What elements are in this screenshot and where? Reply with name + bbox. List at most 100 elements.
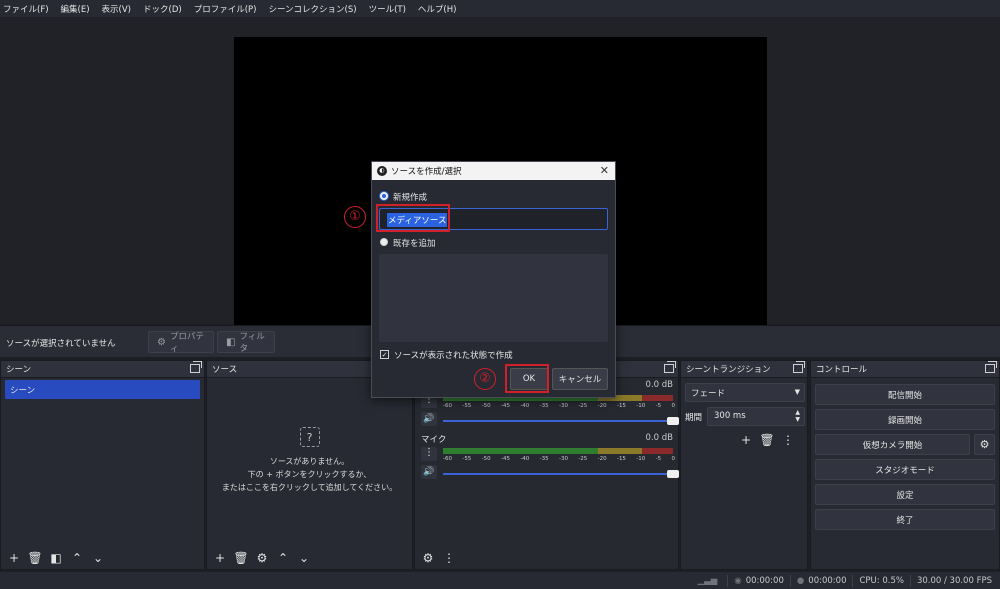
volume-slider-handle[interactable] (667, 470, 679, 478)
transition-selected: フェード (691, 388, 726, 399)
more-icon[interactable]: ⋮ (440, 549, 458, 567)
filters-button[interactable]: ◧ フィルタ (217, 331, 275, 354)
add-existing-label: 既存を追加 (393, 239, 436, 249)
chevron-down-icon[interactable]: ⌄ (295, 549, 313, 567)
create-new-radio[interactable] (380, 192, 388, 200)
fps-readout: 30.00 / 30.00 FPS (916, 575, 992, 586)
create-new-label: 新規作成 (393, 193, 428, 203)
annotation-box-2 (505, 364, 549, 393)
menu-tools[interactable]: ツール(T) (369, 3, 406, 15)
channel-db: 0.0 dB (645, 380, 673, 390)
filter-icon: ◧ (226, 336, 236, 348)
controls-title: コントロール (816, 365, 868, 375)
record-icon: ● (796, 575, 805, 586)
volume-meter (443, 448, 673, 454)
scene-transitions-dock: シーントランジション フェード ▼ 期間 300 ms ▲ ▼ + 🗑 ⋮ (680, 360, 808, 570)
gear-icon[interactable]: ⚙ (419, 549, 437, 567)
start-streaming-button[interactable]: 配信開始 (815, 384, 995, 405)
menu-docks[interactable]: ドック(D) (143, 3, 182, 15)
close-icon[interactable]: ✕ (600, 164, 609, 177)
existing-sources-list[interactable] (379, 254, 608, 342)
sources-empty-line1: ソースがありません。 (269, 457, 350, 466)
undock-icon[interactable] (985, 361, 997, 373)
more-icon[interactable]: ⋮ (779, 431, 797, 449)
menu-file[interactable]: ファイル(F) (3, 3, 49, 15)
properties-label: プロパティ (169, 332, 204, 354)
scenes-toolbar: + 🗑 ◧ ⌃ ⌄ (1, 547, 204, 569)
undock-icon[interactable] (793, 361, 805, 373)
duration-spinbox[interactable]: 300 ms ▲ ▼ (707, 407, 805, 426)
meter-ticks: -60 -55 -50 -45 -40 -35 -30 -25 -20 -15 -10 -5 0 (443, 456, 675, 462)
make-visible-checkbox[interactable]: ✓ (380, 350, 389, 359)
filters-label: フィルタ (239, 332, 265, 354)
more-icon[interactable]: ⋮ (421, 447, 437, 461)
undock-icon[interactable] (190, 361, 202, 373)
settings-button[interactable]: 設定 (815, 484, 995, 505)
annotation-number-1: ① (344, 206, 366, 228)
scene-list-item[interactable]: シーン (5, 380, 200, 399)
transitions-title: シーントランジション (686, 365, 771, 375)
gear-icon[interactable]: ⚙ (253, 549, 271, 567)
chevron-up-icon[interactable]: ⌃ (274, 549, 292, 567)
record-time: 00:00:00 (808, 575, 847, 586)
start-recording-button[interactable]: 録画開始 (815, 409, 995, 430)
sources-empty-line3: またはここを右クリックして追加してください。 (221, 483, 398, 492)
menu-view[interactable]: 表示(V) (102, 3, 131, 15)
dialog-title: ソースを作成/選択 (391, 167, 462, 177)
obs-logo-icon: ◐ (377, 166, 387, 176)
cpu-usage: CPU: 0.5% (859, 575, 904, 586)
annotation-box-1 (376, 204, 450, 232)
trash-icon[interactable]: 🗑 (26, 549, 44, 567)
mixer-toolbar: ⚙ ⋮ (415, 547, 678, 569)
duration-value: 300 ms (714, 411, 746, 421)
cancel-button[interactable]: キャンセル (552, 368, 608, 390)
annotation-number-2: ② (474, 368, 496, 390)
add-icon[interactable]: + (211, 549, 229, 567)
menu-help[interactable]: ヘルプ(H) (418, 3, 457, 15)
chevron-down-icon: ▼ (794, 388, 800, 396)
dialog-titlebar: ◐ ソースを作成/選択 ✕ (372, 162, 615, 180)
undock-icon[interactable] (664, 361, 676, 373)
channel-db: 0.0 dB (645, 433, 673, 443)
speaker-icon[interactable]: 🔊 (421, 412, 437, 426)
filter-icon[interactable]: ◧ (47, 549, 65, 567)
chevron-up-icon[interactable]: ⌃ (68, 549, 86, 567)
signal-icon: ▁▃▅ (697, 575, 718, 586)
properties-button[interactable]: ⚙ プロパティ (148, 331, 214, 354)
sources-empty-state[interactable]: ? ソースがありません。 下の + ボタンをクリックするか、 またはここを右クリ… (207, 427, 412, 494)
spin-arrows-icon[interactable]: ▲ ▼ (795, 409, 800, 423)
stream-icon: ◉ (734, 575, 742, 586)
gear-icon[interactable]: ⚙ (974, 434, 995, 455)
transitions-dock-title: シーントランジション (681, 361, 807, 378)
question-icon: ? (299, 427, 320, 447)
studio-mode-button[interactable]: スタジオモード (815, 459, 995, 480)
menu-scene-collection[interactable]: シーンコレクション(S) (268, 3, 356, 15)
mixer-channel-mic: マイク 0.0 dB ⋮ -60 -55 -50 -45 -40 -35 -30 -25 -20… (417, 433, 679, 483)
start-virtual-camera-button[interactable]: 仮想カメラ開始 (815, 434, 970, 455)
make-visible-label: ソースが表示された状態で作成 (394, 351, 513, 361)
add-icon[interactable]: + (5, 549, 23, 567)
channel-name: マイク (421, 435, 447, 445)
sources-empty-line2: 下の + ボタンをクリックするか、 (247, 470, 372, 479)
add-existing-radio[interactable] (380, 238, 388, 246)
exit-button[interactable]: 終了 (815, 509, 995, 530)
menu-bar: ファイル(F) 編集(E) 表示(V) ドック(D) プロファイル(P) シーン… (0, 0, 1000, 17)
controls-dock: コントロール 配信開始 録画開始 仮想カメラ開始 ⚙ スタジオモード 設定 終了 (810, 360, 1000, 570)
trash-icon[interactable]: 🗑 (758, 431, 776, 449)
menu-edit[interactable]: 編集(E) (61, 3, 90, 15)
trash-icon[interactable]: 🗑 (232, 549, 250, 567)
volume-slider[interactable] (443, 470, 679, 478)
create-select-source-dialog: ◐ ソースを作成/選択 ✕ 新規作成 メディアソース 既存を追加 ✓ ソースが表… (371, 161, 616, 398)
speaker-icon[interactable]: 🔊 (421, 465, 437, 479)
volume-slider-handle[interactable] (667, 417, 679, 425)
add-icon[interactable]: + (737, 431, 755, 449)
meter-ticks: -60 -55 -50 -45 -40 -35 -30 -25 -20 -15 -10 -5 0 (443, 403, 675, 409)
sources-toolbar: + 🗑 ⚙ ⌃ ⌄ (207, 547, 412, 569)
transition-toolbar: + 🗑 ⋮ (737, 431, 800, 449)
chevron-down-icon[interactable]: ⌄ (89, 549, 107, 567)
scenes-dock-title: シーン (1, 361, 204, 378)
transition-select[interactable]: フェード ▼ (685, 383, 805, 402)
volume-slider[interactable] (443, 417, 679, 425)
no-source-selected-label: ソースが選択されていません (6, 339, 116, 349)
menu-profile[interactable]: プロファイル(P) (194, 3, 257, 15)
